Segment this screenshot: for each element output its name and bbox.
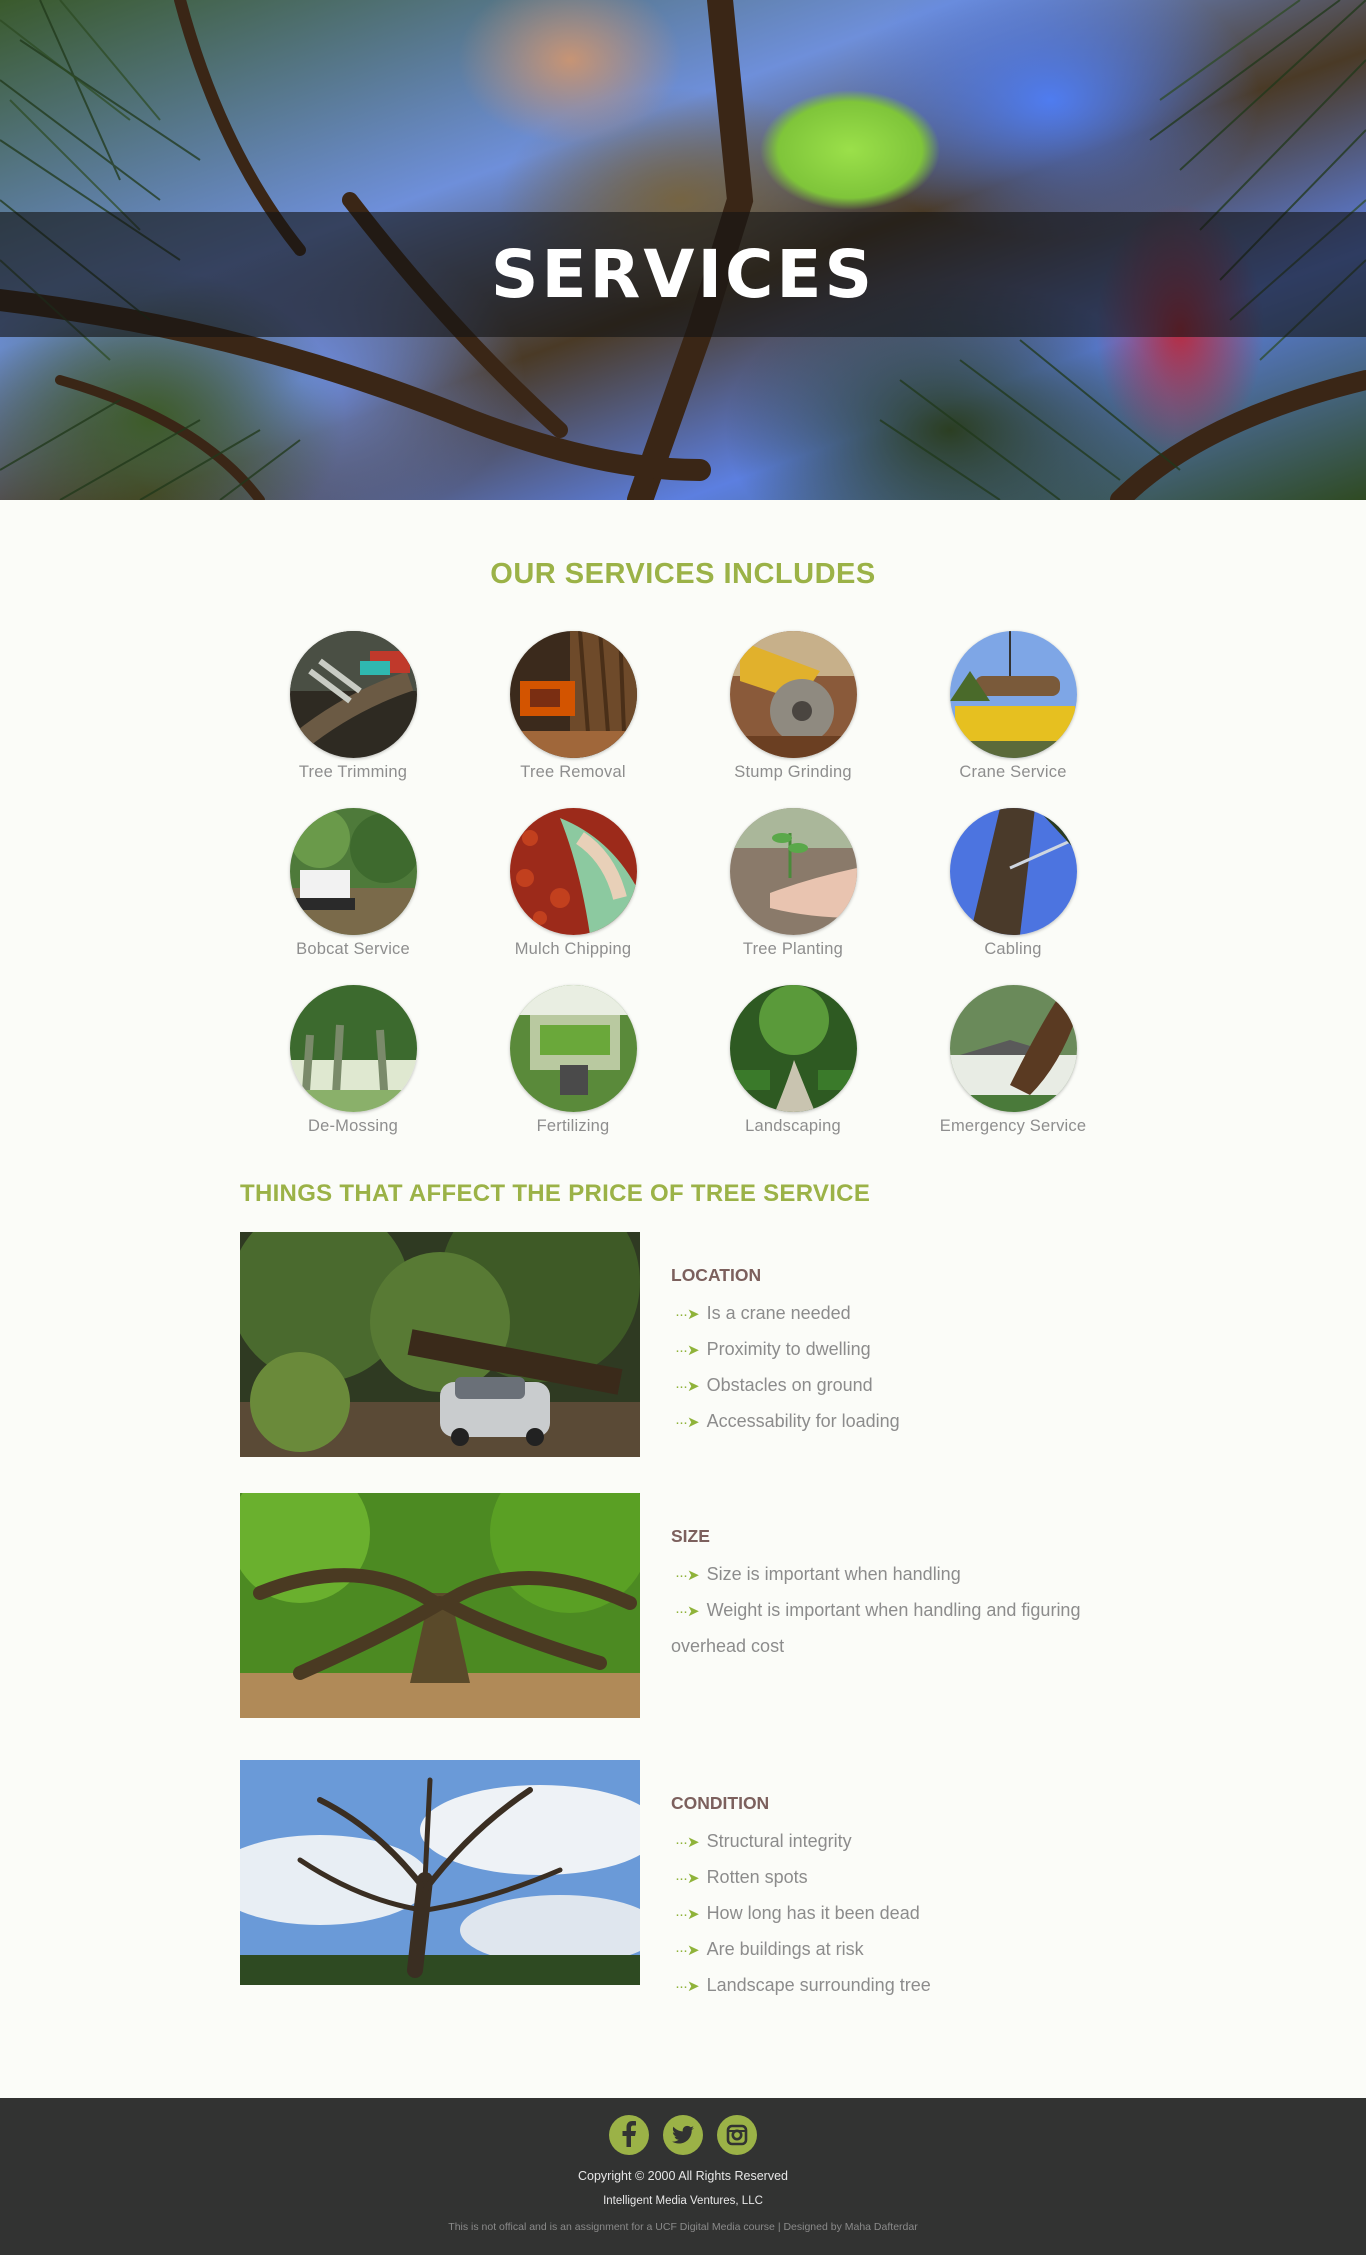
services-grid: Tree Trimming Tree Removal Stump Grindin… [243,631,1123,1136]
size-title: SIZE [671,1526,710,1546]
list-item-continuation: overhead cost [671,1636,785,1656]
arrow-right-icon: ···➤ [675,1834,700,1851]
cabling-photo [949,808,1077,935]
service-label: Mulch Chipping [514,940,632,958]
service-tree-trimming[interactable]: Tree Trimming [243,631,463,782]
price-factors-heading: THINGS THAT AFFECT THE PRICE OF TREE SER… [240,1180,871,1207]
service-emergency-service[interactable]: Emergency Service [903,985,1123,1136]
list-item: ···➤ Landscape surrounding tree [671,1968,1131,2004]
twitter-icon[interactable] [663,2115,703,2155]
company-name: Intelligent Media Ventures, LLC [603,2195,763,2207]
arrow-right-icon: ···➤ [675,1342,700,1359]
list-item: ···➤ Is a crane needed [671,1296,1131,1332]
service-stump-grinding[interactable]: Stump Grinding [683,631,903,782]
service-fertilizing[interactable]: Fertilizing [463,985,683,1136]
factor-size: SIZE ···➤ Size is important when handling… [240,1493,1366,1718]
service-label: De-Mossing [307,1117,399,1135]
arrow-right-icon: ···➤ [675,1603,700,1620]
condition-title: CONDITION [671,1793,770,1813]
condition-details: CONDITION ···➤ Structural integrity ···➤ R… [671,1760,1131,2004]
crane-service-photo [949,631,1077,758]
hero-title-band: SERVICES [0,212,1366,337]
large-oak-tree-photo [240,1493,640,1718]
location-details: LOCATION ···➤ Is a crane needed ···➤ Proxi… [671,1232,1131,1457]
services-section: OUR SERVICES INCLUDES Tree Trimming Tree… [0,500,1366,1136]
list-item: ···➤ Size is important when handling [671,1557,1131,1593]
tree-planting-photo [729,808,857,935]
service-label: Tree Planting [742,940,844,958]
service-de-mossing[interactable]: De-Mossing [243,985,463,1136]
service-label: Crane Service [959,763,1067,781]
emergency-service-photo [949,985,1077,1112]
hero-banner: SERVICES [0,0,1366,500]
tree-trimming-photo [289,631,417,758]
footer: Copyright © 2000 All Rights Reserved Int… [0,2098,1366,2255]
bobcat-service-photo [289,808,417,935]
arrow-right-icon: ···➤ [675,1378,700,1395]
landscaping-photo [729,985,857,1112]
arrow-right-icon: ···➤ [675,1906,700,1923]
price-factors-section: THINGS THAT AFFECT THE PRICE OF TREE SER… [0,1136,1366,2004]
service-label: Bobcat Service [296,940,410,958]
service-tree-planting[interactable]: Tree Planting [683,808,903,959]
list-item: ···➤ Weight is important when handling an… [671,1593,1131,1629]
service-tree-removal[interactable]: Tree Removal [463,631,683,782]
list-item: ···➤ How long has it been dead [671,1896,1131,1932]
social-links [0,2098,1366,2155]
instagram-icon[interactable] [717,2115,757,2155]
size-details: SIZE ···➤ Size is important when handling… [671,1493,1131,1718]
arrow-right-icon: ···➤ [675,1567,700,1584]
de-mossing-photo [289,985,417,1112]
page-title: SERVICES [490,236,876,313]
dead-tree-photo [240,1760,640,1985]
facebook-icon[interactable] [609,2115,649,2155]
list-item: ···➤ Proximity to dwelling [671,1332,1131,1368]
arrow-right-icon: ···➤ [675,1942,700,1959]
service-cabling[interactable]: Cabling [903,808,1123,959]
arrow-right-icon: ···➤ [675,1870,700,1887]
service-mulch-chipping[interactable]: Mulch Chipping [463,808,683,959]
factor-location: LOCATION ···➤ Is a crane needed ···➤ Proxi… [240,1232,1366,1457]
arrow-right-icon: ···➤ [675,1306,700,1323]
service-label: Tree Trimming [298,763,408,781]
service-label: Landscaping [745,1117,841,1135]
arrow-right-icon: ···➤ [675,1414,700,1431]
arrow-right-icon: ···➤ [675,1978,700,1995]
list-item: ···➤ Rotten spots [671,1860,1131,1896]
list-item: ···➤ Structural integrity [671,1824,1131,1860]
service-label: Emergency Service [939,1117,1087,1135]
service-crane-service[interactable]: Crane Service [903,631,1123,782]
mulch-chipping-photo [509,808,637,935]
stump-grinding-photo [729,631,857,758]
disclaimer-note: This is not offical and is an assignment… [448,2221,918,2233]
service-label: Stump Grinding [734,763,852,781]
fertilizing-photo [509,985,637,1112]
services-heading: OUR SERVICES INCLUDES [490,558,876,590]
service-label: Tree Removal [520,763,626,781]
copyright-text: Copyright © 2000 All Rights Reserved [577,2169,788,2183]
list-item: ···➤ Accessability for loading [671,1404,1131,1440]
factor-condition: CONDITION ···➤ Structural integrity ···➤ R… [240,1760,1366,2004]
tree-removal-photo [509,631,637,758]
service-label: Fertilizing [536,1117,610,1135]
service-label: Cabling [984,940,1042,958]
list-item: ···➤ Are buildings at risk [671,1932,1131,1968]
list-item: ···➤ Obstacles on ground [671,1368,1131,1404]
location-title: LOCATION [671,1265,762,1285]
fallen-tree-on-car-photo [240,1232,640,1457]
service-bobcat-service[interactable]: Bobcat Service [243,808,463,959]
service-landscaping[interactable]: Landscaping [683,985,903,1136]
